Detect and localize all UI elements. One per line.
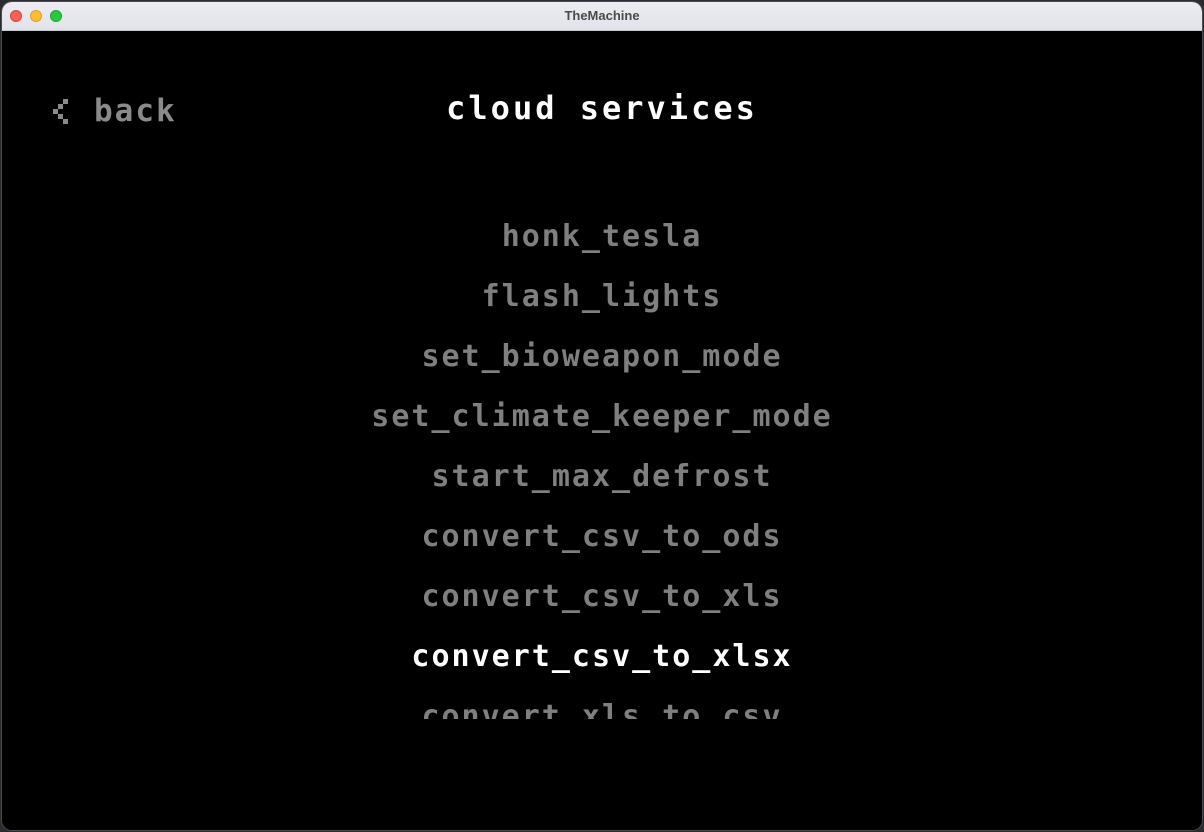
page-title: cloud services xyxy=(446,89,758,127)
main-content: back cloud services honk_tesla flash_ligh… xyxy=(2,31,1202,830)
service-item[interactable]: set_climate_keeper_mode xyxy=(2,395,1202,439)
service-item[interactable]: flash_lights xyxy=(2,275,1202,319)
window-title: TheMachine xyxy=(564,8,640,23)
service-item[interactable]: honk_tesla xyxy=(2,215,1202,259)
service-item[interactable]: convert_xls_to_csv xyxy=(2,695,1202,719)
title-bar[interactable]: TheMachine xyxy=(2,2,1202,31)
service-item[interactable]: set_bioweapon_mode xyxy=(2,335,1202,379)
service-item[interactable]: convert_csv_to_xlsx xyxy=(2,635,1202,679)
service-item[interactable]: convert_csv_to_ods xyxy=(2,515,1202,559)
app-window: TheMachine back cloud services honk_tesl… xyxy=(2,2,1202,830)
service-item[interactable]: start_max_defrost xyxy=(2,455,1202,499)
services-list[interactable]: honk_tesla flash_lights set_bioweapon_mode… xyxy=(2,211,1202,719)
service-item[interactable]: convert_csv_to_xls xyxy=(2,575,1202,619)
